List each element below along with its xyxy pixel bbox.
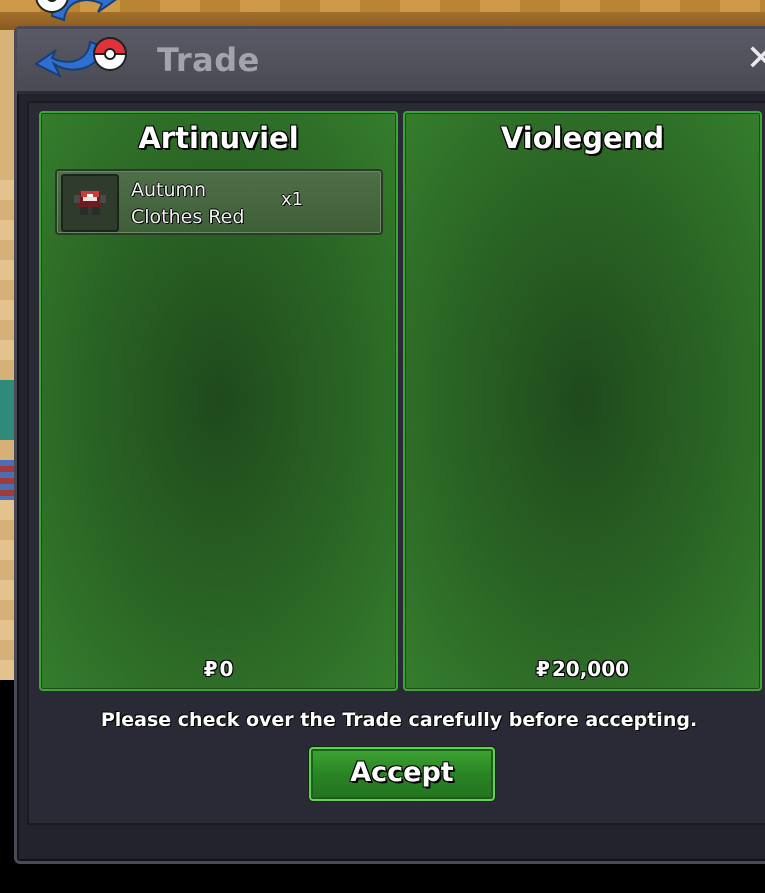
close-icon: ✕ [745, 38, 765, 79]
trade-item-row[interactable]: Autumn Clothes Red x1 [55, 169, 383, 235]
window-title: Trade [157, 41, 260, 79]
close-button[interactable]: ✕ [743, 39, 765, 79]
money-amount: 0 [219, 657, 234, 681]
trade-pokeball-swap-icon [22, 0, 132, 86]
currency-icon: ₽ [203, 657, 218, 681]
game-screen: Trade ✕ Artinuviel Autumn Clothes Red x1… [0, 0, 765, 893]
player-name: Artinuviel [138, 121, 299, 155]
player-panel-left: Artinuviel Autumn Clothes Red x1 ₽ 0 [39, 111, 398, 691]
item-quantity: x1 [281, 189, 304, 210]
player-panel-right: Violegend ₽20,000 [403, 111, 762, 691]
player-name: Violegend [500, 121, 665, 155]
money-offer: ₽20,000 [405, 657, 760, 681]
currency-icon: ₽ [535, 657, 550, 681]
money-offer: ₽0 [41, 657, 396, 681]
accept-button[interactable]: Accept [309, 747, 495, 801]
trade-window: Trade ✕ Artinuviel Autumn Clothes Red x1… [14, 26, 765, 864]
clothes-red-icon [61, 174, 119, 232]
accept-label: Accept [350, 757, 454, 788]
trade-content: Artinuviel Autumn Clothes Red x1 ₽ 0 Vio… [27, 101, 765, 825]
item-name: Autumn Clothes Red [131, 179, 245, 228]
trade-notice: Please check over the Trade carefully be… [100, 709, 698, 731]
money-amount: 20,000 [551, 657, 630, 681]
